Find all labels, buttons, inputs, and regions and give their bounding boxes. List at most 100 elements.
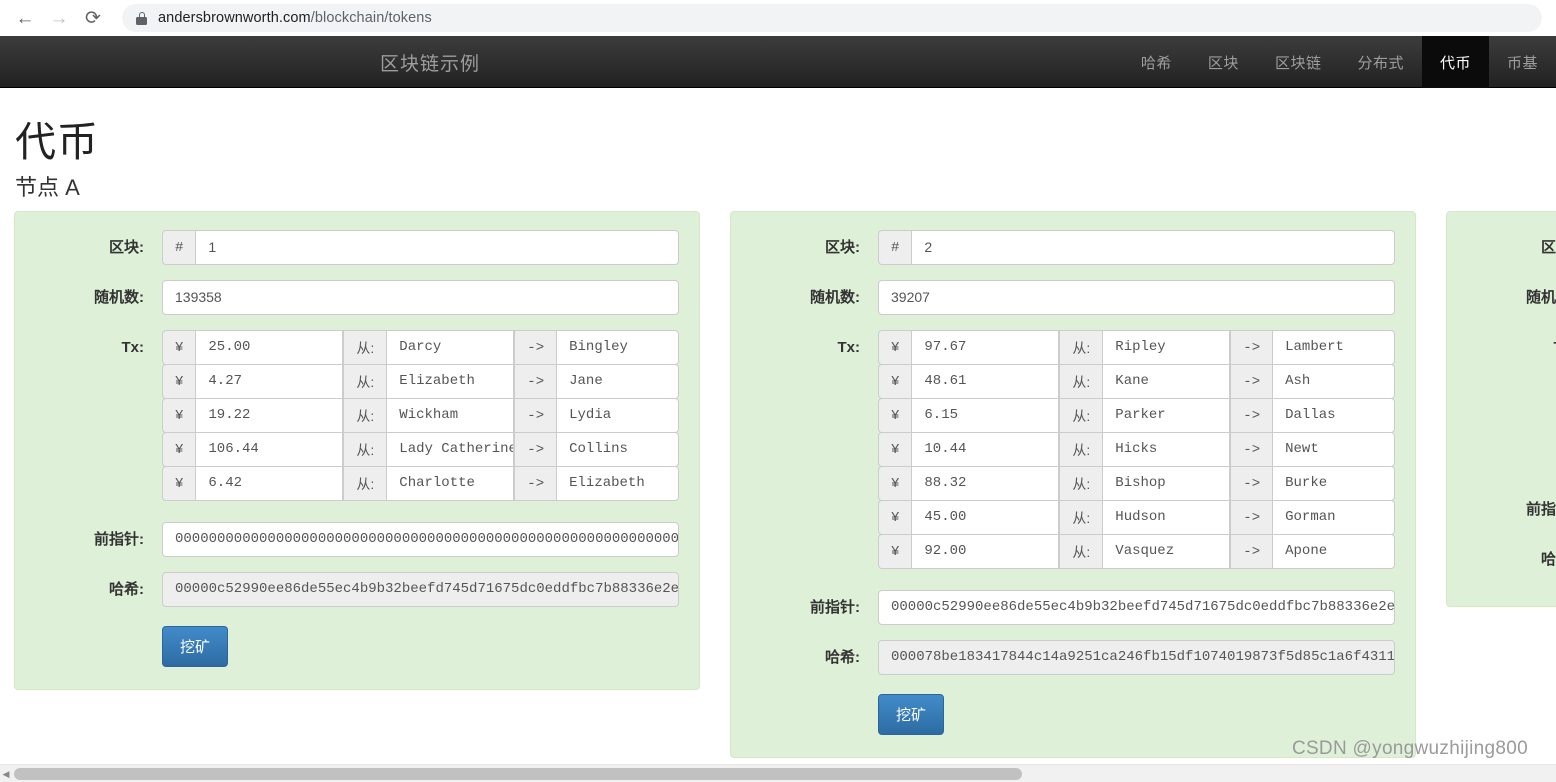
tx-to-input[interactable]: Burke — [1272, 466, 1395, 501]
block-number-input[interactable]: 2 — [911, 230, 1395, 265]
tx-amount-input[interactable]: 25.00 — [195, 330, 344, 365]
tx-amount-input[interactable]: 88.32 — [911, 466, 1060, 501]
tx-from-input[interactable]: Bishop — [1102, 466, 1231, 501]
tx-from-label: 从: — [1059, 330, 1103, 365]
site-brand[interactable]: 区块链示例 — [380, 36, 480, 88]
tx-to-input[interactable]: Lydia — [556, 398, 679, 433]
tx-amount-input[interactable]: 6.42 — [195, 466, 344, 501]
tx-amount-input[interactable]: 4.27 — [195, 364, 344, 399]
tx-row: ¥ 88.32 从: Bishop -> Burke — [878, 466, 1395, 501]
yen-icon: ¥ — [878, 534, 912, 569]
tx-from-input[interactable]: Charlotte — [386, 466, 515, 501]
tx-from-input[interactable]: Wickham — [386, 398, 515, 433]
tx-to-input[interactable]: Bingley — [556, 330, 679, 365]
tx-amount-input[interactable]: 106.44 — [195, 432, 344, 467]
block-number-input[interactable]: 1 — [195, 230, 679, 265]
block-number-label: 区块: — [109, 239, 144, 256]
tx-from-input[interactable]: Elizabeth — [386, 364, 515, 399]
back-arrow-icon[interactable]: ← — [8, 1, 42, 35]
tx-arrow-icon: -> — [1230, 466, 1273, 501]
tx-row: ¥ 97.67 从: Ripley -> Lambert — [878, 330, 1395, 365]
yen-icon: ¥ — [878, 466, 912, 501]
tx-to-input[interactable]: Ash — [1272, 364, 1395, 399]
nav-link-distributed[interactable]: 分布式 — [1339, 36, 1422, 88]
mine-button[interactable]: 挖矿 — [878, 694, 945, 735]
nonce-input[interactable]: 139358 — [162, 280, 679, 315]
nav-link-tokens[interactable]: 代币 — [1421, 36, 1489, 88]
tx-from-label: 从: — [343, 364, 387, 399]
tx-from-label: 从: — [343, 466, 387, 501]
site-navbar: 区块链示例 哈希 区块 区块链 分布式 代币 币基 — [0, 36, 1556, 88]
tx-section: Tx: — [1447, 330, 1556, 470]
tx-from-input[interactable]: Kane — [1102, 364, 1231, 399]
tx-to-input[interactable]: Collins — [556, 432, 679, 467]
tx-row: ¥ 6.15 从: Parker -> Dallas — [878, 398, 1395, 433]
yen-icon: ¥ — [162, 364, 196, 399]
tx-to-input[interactable]: Apone — [1272, 534, 1395, 569]
hash-output: 00000c52990ee86de55ec4b9b32beefd745d7167… — [162, 572, 679, 607]
page-content: 代币 节点 A 区块: # 1 随机数: 139358 Tx: ¥ 25.00 … — [0, 88, 1556, 764]
tx-to-input[interactable]: Elizabeth — [556, 466, 679, 501]
tx-arrow-icon: -> — [1230, 500, 1273, 535]
tx-arrow-icon: -> — [1230, 534, 1273, 569]
nonce-input[interactable]: 39207 — [878, 280, 1395, 315]
tx-from-label: 从: — [1059, 432, 1103, 467]
forward-arrow-icon[interactable]: → — [42, 1, 76, 35]
tx-arrow-icon: -> — [514, 364, 557, 399]
tx-amount-input[interactable]: 6.15 — [911, 398, 1060, 433]
omnibox-row: ← → ⟳ andersbrownworth.com/blockchain/to… — [0, 0, 1556, 36]
tx-label: Tx: — [837, 339, 861, 356]
hash-label: 哈希: — [1541, 551, 1556, 568]
nav-link-blockchain[interactable]: 区块链 — [1257, 36, 1340, 88]
tx-from-label: 从: — [343, 398, 387, 433]
block-number-label: 区块: — [825, 239, 860, 256]
tx-from-input[interactable]: Vasquez — [1102, 534, 1231, 569]
tx-amount-input[interactable]: 45.00 — [911, 500, 1060, 535]
nav-link-block[interactable]: 区块 — [1190, 36, 1257, 88]
tx-amount-input[interactable]: 48.61 — [911, 364, 1060, 399]
tx-to-input[interactable]: Jane — [556, 364, 679, 399]
tx-arrow-icon: -> — [514, 466, 557, 501]
tx-to-input[interactable]: Dallas — [1272, 398, 1395, 433]
url-path: /blockchain/tokens — [310, 10, 432, 26]
tx-from-label: 从: — [1059, 500, 1103, 535]
address-bar[interactable]: andersbrownworth.com/blockchain/tokens — [122, 4, 1542, 32]
prev-hash-input[interactable]: 0000000000000000000000000000000000000000… — [162, 522, 679, 557]
tx-amount-input[interactable]: 10.44 — [911, 432, 1060, 467]
tx-to-input[interactable]: Newt — [1272, 432, 1395, 467]
tx-from-label: 从: — [1059, 534, 1103, 569]
reload-icon[interactable]: ⟳ — [76, 1, 110, 35]
prev-hash-label: 前指针: — [810, 599, 860, 616]
horizontal-scrollbar-thumb[interactable] — [14, 768, 1022, 780]
tx-label: Tx: — [1447, 330, 1556, 358]
nonce-row: 随机数: — [1447, 280, 1556, 315]
yen-icon: ¥ — [878, 364, 912, 399]
scroll-left-arrow-icon[interactable]: ◀ — [1, 769, 11, 779]
lock-icon — [136, 11, 147, 25]
tx-amount-input[interactable]: 97.67 — [911, 330, 1060, 365]
tx-from-label: 从: — [1059, 364, 1103, 399]
prev-hash-row: 前指针: 00000000000000000000000000000000000… — [15, 522, 679, 557]
tx-from-input[interactable]: Hicks — [1102, 432, 1231, 467]
tx-row: ¥ 92.00 从: Vasquez -> Apone — [878, 534, 1395, 569]
prev-hash-input[interactable]: 00000c52990ee86de55ec4b9b32beefd745d7167… — [878, 590, 1395, 625]
tx-arrow-icon: -> — [514, 398, 557, 433]
tx-from-input[interactable]: Parker — [1102, 398, 1231, 433]
block-number-label: 区块: — [1541, 239, 1556, 256]
tx-amount-input[interactable]: 19.22 — [195, 398, 344, 433]
nonce-row: 随机数: 39207 — [731, 280, 1395, 315]
hash-label: 哈希: — [109, 581, 144, 598]
tx-from-input[interactable]: Hudson — [1102, 500, 1231, 535]
tx-to-input[interactable]: Gorman — [1272, 500, 1395, 535]
tx-from-input[interactable]: Lady Catherine de Bourgh — [386, 432, 515, 467]
tx-from-input[interactable]: Darcy — [386, 330, 515, 365]
url-domain: andersbrownworth.com — [158, 10, 311, 26]
horizontal-scrollbar[interactable]: ◀ — [0, 764, 1556, 782]
tx-section: Tx: ¥ 25.00 从: Darcy -> Bingley ¥ 4.27 从… — [15, 330, 679, 501]
tx-from-input[interactable]: Ripley — [1102, 330, 1231, 365]
nav-link-coinbase[interactable]: 币基 — [1489, 36, 1556, 88]
nav-link-hash[interactable]: 哈希 — [1123, 36, 1190, 88]
tx-to-input[interactable]: Lambert — [1272, 330, 1395, 365]
tx-amount-input[interactable]: 92.00 — [911, 534, 1060, 569]
mine-button[interactable]: 挖矿 — [162, 626, 229, 667]
